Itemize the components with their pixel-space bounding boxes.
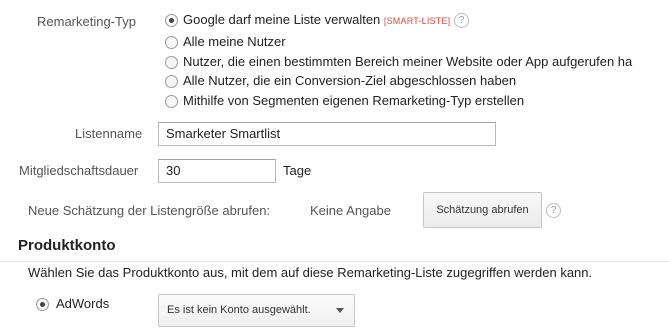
help-icon[interactable]: ? xyxy=(453,13,469,29)
radio-all-users[interactable] xyxy=(165,36,178,49)
option-conversion-goal: Alle Nutzer, die ein Conversion-Ziel abg… xyxy=(183,73,517,88)
radio-conversion-goal[interactable] xyxy=(165,75,178,88)
radio-visited-section[interactable] xyxy=(165,56,178,69)
fetch-estimate-button[interactable]: Schätzung abrufen xyxy=(423,192,542,228)
option-custom-segments: Mithilfe von Segmenten eigenen Remarketi… xyxy=(183,93,525,108)
help-icon[interactable]: ? xyxy=(546,203,561,218)
membership-unit-label: Tage xyxy=(283,163,312,178)
option-google-manages-list: Google darf meine Liste verwalten [SMART… xyxy=(183,12,469,29)
membership-duration-label: Mitgliedschaftsdauer xyxy=(19,163,139,178)
radio-custom-segments[interactable] xyxy=(165,95,178,108)
membership-duration-input[interactable]: 30 xyxy=(158,159,276,183)
section-title-produktkonto: Produktkonto xyxy=(18,237,116,254)
estimate-label: Neue Schätzung der Listengröße abrufen: xyxy=(28,203,271,218)
remarketing-type-label: Remarketing-Typ xyxy=(37,14,136,29)
account-select-value: Es ist kein Konto ausgewählt. xyxy=(167,304,311,316)
produktkonto-description: Wählen Sie das Produktkonto aus, mit dem… xyxy=(28,265,593,280)
chevron-down-icon xyxy=(336,308,344,313)
option-label: Google darf meine Liste verwalten xyxy=(183,12,381,27)
section-divider xyxy=(0,261,669,262)
radio-adwords[interactable] xyxy=(36,298,49,311)
listname-input[interactable]: Smarketer Smartlist xyxy=(158,122,496,146)
option-visited-section: Nutzer, die einen bestimmten Bereich mei… xyxy=(183,54,633,69)
radio-google-manages-list[interactable] xyxy=(165,14,178,27)
estimate-value: Keine Angabe xyxy=(310,203,391,218)
smart-list-tag: [SMART-LISTE] xyxy=(383,16,451,26)
account-select-dropdown[interactable]: Es ist kein Konto ausgewählt. xyxy=(158,294,355,327)
listname-label: Listenname xyxy=(75,126,143,141)
option-all-users: Alle meine Nutzer xyxy=(183,34,286,49)
adwords-label: AdWords xyxy=(56,296,110,311)
